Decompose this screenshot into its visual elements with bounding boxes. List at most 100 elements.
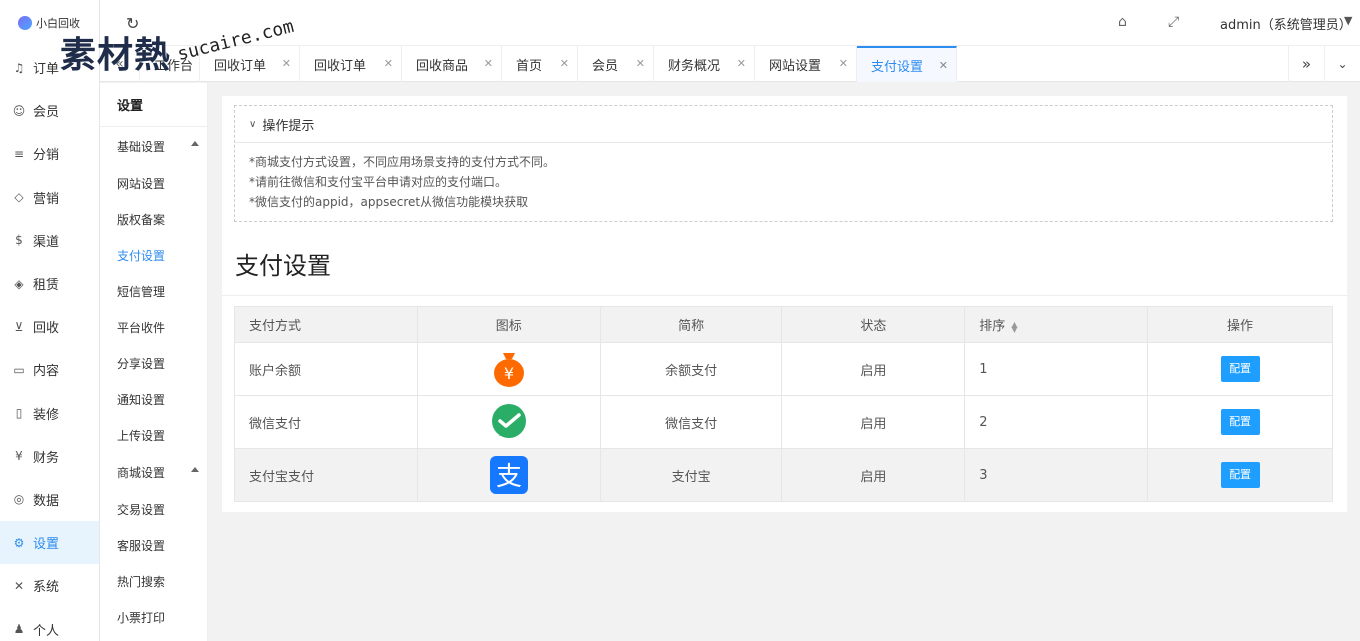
nav-item-13[interactable]: ♟ 个人 [0,607,99,641]
column-header-order[interactable]: 排序 ▲ ▼ [964,306,1149,343]
tips-panel: ∨ 操作提示 *商城支付方式设置，不同应用场景支持的支付方式不同。 *请前往微信… [234,105,1333,222]
nav-item-label: 数据 [33,493,60,509]
settings-item[interactable]: 小票打印 [100,599,207,635]
configure-button[interactable]: 配置 [1220,356,1260,382]
wechat-pay-icon [491,404,526,438]
book-icon: ▭ [13,362,25,377]
caret-up-icon [191,141,199,146]
main-content: ∨ 操作提示 *商城支付方式设置，不同应用场景支持的支付方式不同。 *请前往微信… [222,96,1347,512]
close-icon[interactable]: ✕ [484,57,493,70]
nav-item-6[interactable]: ⊻ 回收 [0,305,99,348]
nav-item-7[interactable]: ▭ 内容 [0,348,99,391]
nav-item-label: 设置 [33,537,60,553]
person-icon: ♟ [13,622,25,637]
tag-icon[interactable]: ⌂ [1118,14,1127,30]
cell-order: 1 [964,342,1149,396]
watermark: 素材熱 [60,34,172,76]
settings-item[interactable]: 平台收件 [100,309,207,345]
settings-item[interactable]: 通知设置 [100,381,207,417]
nav-item-8[interactable]: ▯ 装修 [0,392,99,435]
nav-item-1[interactable]: ☺ 会员 [0,89,99,132]
settings-item[interactable]: 交易设置 [100,491,207,527]
nav-item-11[interactable]: ⚙ 设置 [0,521,99,565]
tab-7[interactable]: 网站设置 ✕ [755,46,857,82]
cell-status: 启用 [781,342,966,396]
nav-item-label: 回收 [33,321,60,337]
column-header-short: 简称 [599,306,783,343]
tab-bar: « 工作台 回收订单 ✕ 回收订单 ✕ 回收商品 ✕ 首页 ✕ 会员 ✕ 财务概况 ✕ 网站设置 ✕ 支付设置… [100,46,1360,82]
divider [222,295,1347,296]
configure-button[interactable]: 配置 [1220,462,1260,488]
caret-up-icon [191,467,199,472]
nav-item-label: 租赁 [33,278,60,294]
tab-5[interactable]: 会员 ✕ [578,46,654,82]
tab-3[interactable]: 回收商品 ✕ [402,46,502,82]
svg-text:支: 支 [496,462,522,492]
tabs-scroll-right-icon[interactable]: » [1288,46,1324,82]
tab-label: 首页 [516,58,543,74]
settings-group-0[interactable]: 基础设置 [100,127,207,165]
nav-item-4[interactable]: $ 渠道 [0,219,99,262]
cart-icon: ⊻ [14,319,24,334]
chevron-down-icon: ∨ [249,118,257,130]
main-sidebar: 小白回收 ♫ 订单 ☺ 会员 ≡ 分销 ◇ 营销 $ 渠道 ◈ 租赁 ⊻ 回收 ▭ 内容 ▯ 装修 ¥ 财务 ◎ 数据 ⚙ 设… [0,0,100,641]
close-icon[interactable]: ✕ [839,57,848,70]
tabs-menu-chevron-icon[interactable]: ⌄ [1324,46,1360,82]
nav-item-label: 会员 [33,105,60,121]
tools-icon: ✕ [13,578,25,593]
bell-icon: ♫ [13,60,25,75]
tablet-icon: ▯ [15,406,23,421]
settings-group-1[interactable]: 商城设置 [100,453,207,491]
balance-bag-icon: ¥ [493,353,524,387]
settings-item[interactable]: 网站设置 [100,165,207,201]
nav-item-12[interactable]: ✕ 系统 [0,564,99,607]
nav-item-3[interactable]: ◇ 营销 [0,176,99,219]
tab-6[interactable]: 财务概况 ✕ [654,46,755,82]
cell-short: 微信支付 [599,395,783,449]
settings-item[interactable]: 热门搜索 [100,563,207,599]
nav-item-label: 分销 [33,148,60,164]
settings-item[interactable]: 上传设置 [100,417,207,453]
close-icon[interactable]: ✕ [282,57,291,70]
close-icon[interactable]: ✕ [560,57,569,70]
cell-status: 启用 [781,448,966,502]
fullscreen-icon[interactable]: ⤢ [1168,14,1179,30]
cell-order: 3 [964,448,1149,502]
close-icon[interactable]: ✕ [939,59,948,72]
user-icon: ☺ [12,103,26,118]
nav-item-2[interactable]: ≡ 分销 [0,132,99,175]
tab-8[interactable]: 支付设置 ✕ [857,46,957,82]
tab-label: 回收商品 [416,58,469,74]
layers-icon: ≡ [13,146,25,161]
close-icon[interactable]: ✕ [636,57,645,70]
nav-item-5[interactable]: ◈ 租赁 [0,262,99,305]
column-header-icon: 图标 [416,306,601,343]
svg-text:¥: ¥ [504,364,514,383]
admin-menu[interactable]: admin（系统管理员） [1220,14,1352,33]
chevron-down-icon[interactable]: ▼ [1344,14,1352,27]
nav-item-9[interactable]: ¥ 财务 [0,435,99,478]
nav-item-label: 个人 [33,623,60,639]
tab-4[interactable]: 首页 ✕ [502,46,578,82]
tab-label: 支付设置 [871,59,924,75]
table-row: 微信支付 微信支付 启用 2 配置 [234,395,1333,449]
cell-short: 支付宝 [599,448,783,502]
tips-title: 操作提示 [262,118,315,134]
nav-item-label: 系统 [33,580,60,596]
close-icon[interactable]: ✕ [384,57,393,70]
close-icon[interactable]: ✕ [737,57,746,70]
tab-2[interactable]: 回收订单 ✕ [300,46,402,82]
settings-item[interactable]: 支付设置 [100,237,207,273]
sort-icon[interactable]: ▲ ▼ [1011,320,1017,333]
settings-item[interactable]: 短信管理 [100,273,207,309]
nav-item-10[interactable]: ◎ 数据 [0,478,99,521]
tips-toggle[interactable]: ∨ 操作提示 [235,106,1332,143]
settings-item[interactable]: 版权备案 [100,201,207,237]
settings-item[interactable]: 分享设置 [100,345,207,381]
page-title: 支付设置 [235,252,331,280]
logo-icon [18,16,32,30]
configure-button[interactable]: 配置 [1220,409,1260,435]
column-header-status: 状态 [781,306,966,343]
settings-item[interactable]: 客服设置 [100,527,207,563]
settings-sidebar-title: 设置 [100,83,207,127]
